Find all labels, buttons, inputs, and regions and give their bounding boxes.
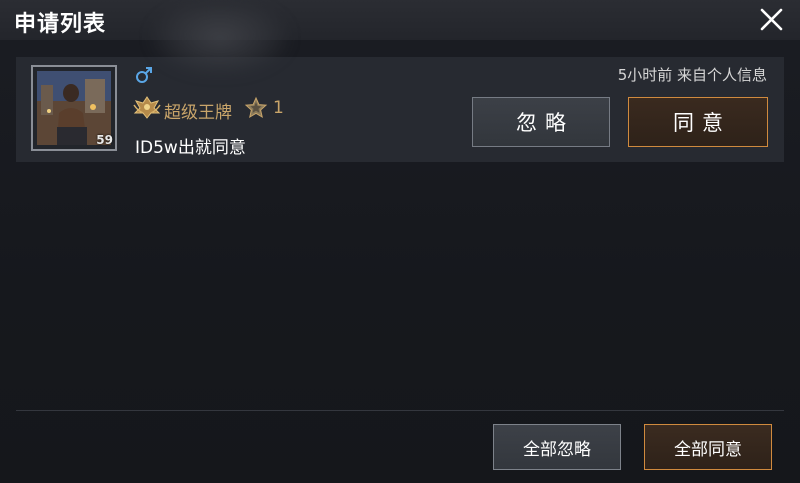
agree-button[interactable]: 同意 [628, 97, 768, 147]
request-list-dialog: 申请列表 59 超级王牌 1 ID5w出就同意 5小时前 来自个人信息 忽略 同… [0, 0, 800, 483]
rank-star-icon [244, 96, 268, 119]
male-gender-icon [136, 67, 152, 83]
agree-all-button[interactable]: 全部同意 [644, 424, 772, 470]
rank-emblem-icon [133, 96, 161, 119]
friend-request-item: 59 超级王牌 1 ID5w出就同意 5小时前 来自个人信息 忽略 同意 [16, 57, 784, 162]
close-icon [760, 8, 783, 31]
dialog-title: 申请列表 [14, 12, 107, 37]
ignore-button[interactable]: 忽略 [472, 97, 610, 147]
close-button[interactable] [754, 4, 788, 36]
request-message: ID5w出就同意 [135, 138, 246, 158]
ignore-all-button[interactable]: 全部忽略 [493, 424, 621, 470]
footer-divider [16, 410, 784, 411]
avatar[interactable]: 59 [31, 65, 117, 151]
rank-name: 超级王牌 [164, 103, 232, 123]
request-time-source: 5小时前 来自个人信息 [617, 66, 767, 84]
level-badge: 59 [96, 133, 113, 147]
rank-star-count: 1 [273, 98, 284, 118]
dialog-header: 申请列表 [0, 0, 800, 40]
